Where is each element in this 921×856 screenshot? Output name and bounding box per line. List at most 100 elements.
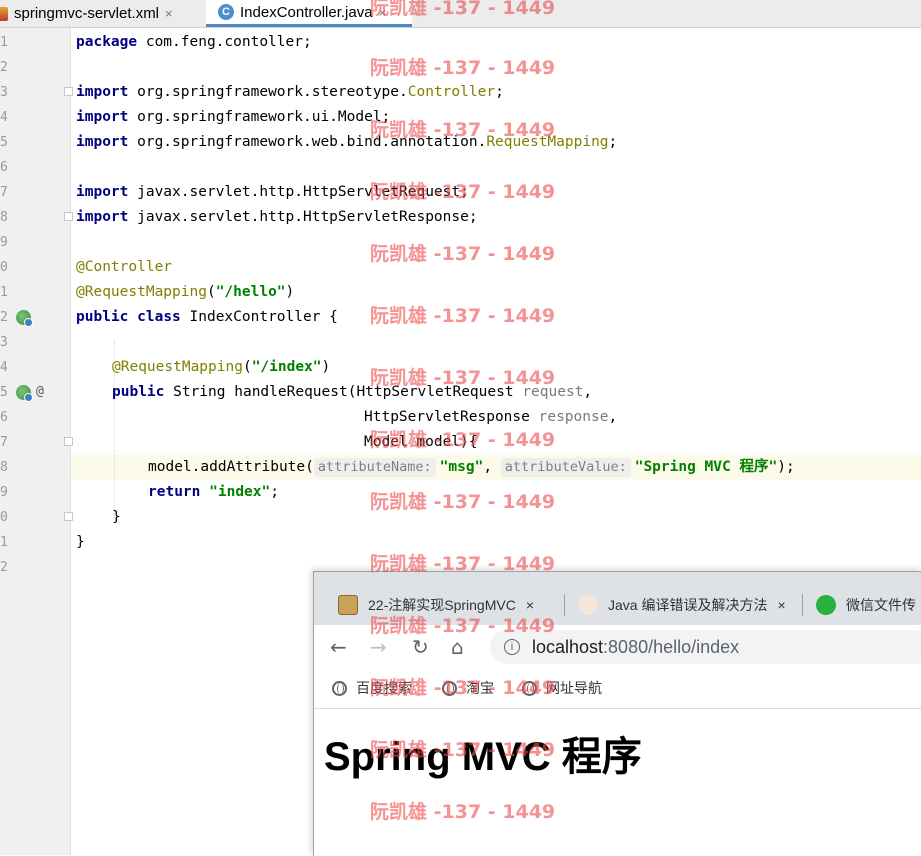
code-line: HttpServletResponse response, xyxy=(364,405,617,430)
bookmark-label: 百度搜索 xyxy=(356,680,412,696)
tab-separator xyxy=(802,594,803,616)
code-text: model.addAttribute( xyxy=(148,459,314,475)
parameter-hint: attributeValue: xyxy=(500,458,631,477)
back-arrow-icon[interactable]: ← xyxy=(330,635,347,659)
tab-label: IndexController.java xyxy=(240,3,373,21)
code-line: return "index"; xyxy=(148,480,279,505)
annotation: @RequestMapping xyxy=(76,284,207,300)
line-number: 4 xyxy=(0,360,8,375)
editor-gutter: 1 2 3 4 5 6 7 8 9 0 1 2 3 4 5 6 7 8 9 0 … xyxy=(0,28,73,855)
line-number: 2 xyxy=(0,60,8,75)
reload-icon[interactable]: ↻ xyxy=(412,635,429,659)
java-class-icon: C xyxy=(218,4,234,20)
browser-tab-wechat[interactable]: 微信文件传 xyxy=(816,586,916,624)
bookmark-label: 淘宝 xyxy=(466,680,494,696)
string-literal: "index" xyxy=(209,484,271,500)
code-line: import org.springframework.ui.Model; xyxy=(76,105,390,130)
bookmark-nav[interactable]: 网址导航 xyxy=(522,678,602,698)
line-number: 1 xyxy=(0,35,8,50)
globe-icon xyxy=(332,680,347,696)
line-number: 0 xyxy=(0,510,8,525)
keyword: import xyxy=(76,184,129,200)
code-text: javax.servlet.http.HttpServletRequest; xyxy=(128,184,469,200)
avatar-favicon-icon xyxy=(578,595,598,615)
close-icon[interactable]: × xyxy=(526,597,534,613)
line-number: 2 xyxy=(0,560,8,575)
bookmark-baidu[interactable]: 百度搜索 xyxy=(332,678,412,698)
parameter: request xyxy=(522,384,584,400)
parameter-hint: attributeName: xyxy=(313,458,436,477)
code-line: @Controller xyxy=(76,255,172,280)
keyword: class xyxy=(137,309,181,325)
forward-arrow-icon[interactable]: → xyxy=(370,635,387,659)
string-literal: "/index" xyxy=(251,359,322,375)
spring-bean-icon[interactable] xyxy=(16,310,33,327)
code-text: javax.servlet.http.HttpServletResponse; xyxy=(128,209,478,225)
line-number: 3 xyxy=(0,85,8,100)
globe-icon xyxy=(522,680,537,696)
tab-index-controller-java[interactable]: C IndexController.java × xyxy=(206,0,412,27)
code-text: ; xyxy=(270,484,279,500)
code-text: HttpServletResponse xyxy=(364,409,539,425)
code-text: ( xyxy=(206,284,216,300)
code-line: package com.feng.contoller; xyxy=(76,30,312,55)
bookmark-label: 网址导航 xyxy=(546,680,602,696)
close-icon[interactable]: × xyxy=(777,597,785,613)
annotation: @RequestMapping xyxy=(112,359,243,375)
url-path: :8080/hello/index xyxy=(603,636,740,657)
address-bar[interactable]: i localhost:8080/hello/index xyxy=(490,630,921,664)
url-text[interactable]: localhost:8080/hello/index xyxy=(532,637,739,658)
code-line: @RequestMapping("/hello") xyxy=(76,280,294,305)
tab-label: springmvc-servlet.xml xyxy=(14,5,160,22)
code-text: ) xyxy=(321,359,331,375)
code-text: ; xyxy=(608,134,618,150)
spring-bean-icon[interactable] xyxy=(16,385,33,402)
info-icon[interactable]: i xyxy=(504,639,520,655)
keyword: import xyxy=(76,109,129,125)
code-text: , xyxy=(483,459,501,475)
close-icon[interactable]: × xyxy=(165,6,173,21)
close-icon[interactable]: × xyxy=(379,5,387,20)
class-ref: Controller xyxy=(407,84,496,100)
line-number: 5 xyxy=(0,385,8,400)
code-text: , xyxy=(583,384,593,400)
address-bar-row: ← → ↻ ⌂ i localhost:8080/hello/index xyxy=(314,625,921,670)
line-number: 9 xyxy=(0,485,8,500)
code-text: org.springframework.web.bind.annotation. xyxy=(128,134,487,150)
override-at-icon[interactable]: @ xyxy=(36,384,44,399)
line-number: 6 xyxy=(0,160,8,175)
code-line: import javax.servlet.http.HttpServletRes… xyxy=(76,205,478,230)
class-ref: RequestMapping xyxy=(486,134,609,150)
browser-tab-label: 微信文件传 xyxy=(846,597,916,613)
string-literal: "msg" xyxy=(439,459,484,475)
code-line: import org.springframework.stereotype.Co… xyxy=(76,80,504,105)
tab-separator xyxy=(564,594,565,616)
code-text: org.springframework.ui.Model; xyxy=(128,109,391,125)
browser-tab-springmvc[interactable]: 22-注解实现SpringMVC × xyxy=(338,586,534,624)
browser-tab-bar: 22-注解实现SpringMVC × Java 编译错误及解决方法 × 微信文件… xyxy=(314,572,921,625)
keyword: public xyxy=(112,384,165,400)
line-number: 9 xyxy=(0,235,8,250)
line-number: 6 xyxy=(0,410,8,425)
wechat-icon xyxy=(816,595,836,615)
code-line: } xyxy=(76,530,85,555)
globe-icon xyxy=(442,680,457,696)
line-number: 2 xyxy=(0,310,8,325)
site-favicon-icon xyxy=(338,595,358,615)
home-icon[interactable]: ⌂ xyxy=(451,635,464,659)
browser-tab-java-error[interactable]: Java 编译错误及解决方法 × xyxy=(578,586,786,624)
tab-springmvc-servlet-xml[interactable]: springmvc-servlet.xml × xyxy=(0,0,205,27)
keyword: package xyxy=(76,34,138,50)
url-host: localhost xyxy=(532,636,604,657)
bookmark-taobao[interactable]: 淘宝 xyxy=(442,678,494,698)
line-number: 8 xyxy=(0,210,8,225)
keyword: return xyxy=(148,484,201,500)
code-text: ( xyxy=(242,359,252,375)
line-number: 5 xyxy=(0,135,8,150)
code-line: model.addAttribute(attributeName: "msg", … xyxy=(148,455,795,480)
code-line: @RequestMapping("/index") xyxy=(112,355,330,380)
code-text: ; xyxy=(495,84,504,100)
keyword: public xyxy=(76,309,129,325)
annotation: @Controller xyxy=(76,259,173,275)
page-heading: Spring MVC 程序 xyxy=(324,735,642,779)
